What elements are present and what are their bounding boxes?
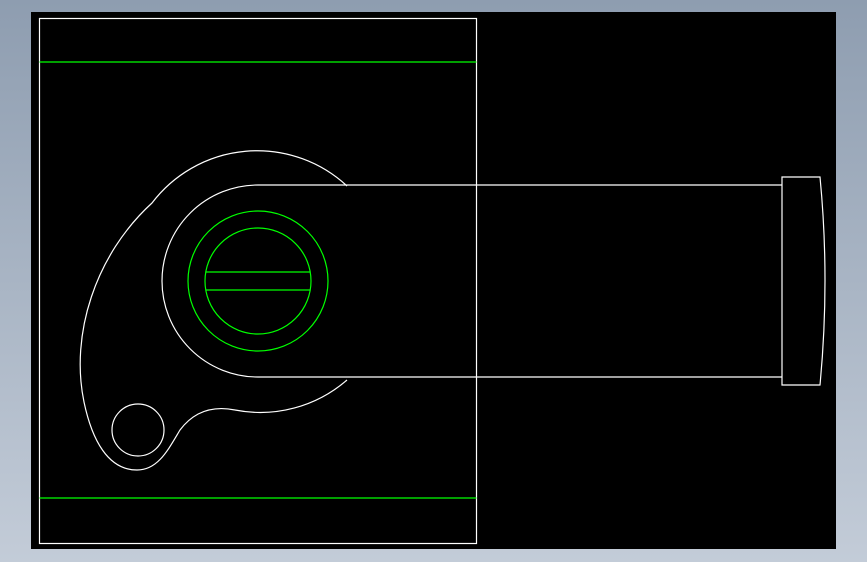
cad-drawing [38,17,826,545]
handle-arm-outline [161,184,782,378]
screw-inner-circle [204,227,312,335]
base-block-outline [38,17,478,545]
screw-head [187,210,329,352]
handle-arm [161,176,826,386]
screw-outer-circle [187,210,329,352]
cam-plate-inner-arc [234,379,348,414]
base-block [38,17,478,545]
pivot-hole [111,403,165,457]
handle-end-cap [781,176,826,386]
